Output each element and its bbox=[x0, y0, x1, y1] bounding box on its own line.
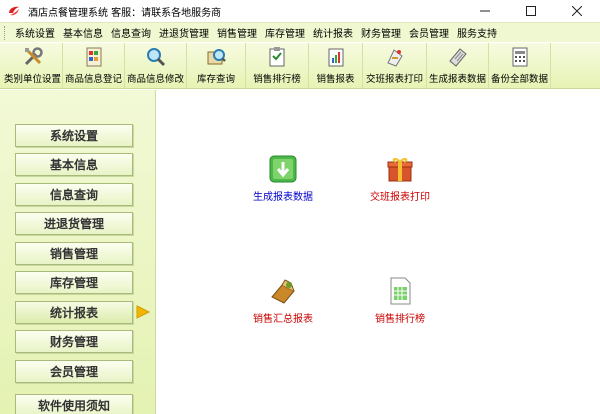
toolbar-backup-button[interactable]: 备份全部数据 bbox=[489, 43, 551, 89]
product-register-icon bbox=[83, 46, 105, 68]
nav-sales[interactable]: 销售管理 bbox=[15, 242, 133, 265]
active-arrow-icon bbox=[134, 302, 152, 322]
toolbar-shift-report-print-button[interactable]: 交班报表打印 bbox=[363, 43, 427, 89]
toolbar-label: 商品信息修改 bbox=[126, 74, 184, 85]
tile-label: 交班报表打印 bbox=[370, 192, 430, 203]
gift-box-icon bbox=[385, 154, 415, 184]
magnifier-edit-icon bbox=[145, 46, 167, 68]
nav-software-notes[interactable]: 软件使用须知 bbox=[15, 394, 133, 414]
spreadsheet-icon bbox=[385, 276, 415, 306]
main-content: 生成报表数据 交班报表打印 销售汇总报表 销售排行榜 bbox=[157, 90, 600, 414]
toolbar-product-register-button[interactable]: 商品信息登记 bbox=[63, 43, 125, 89]
nav-info-query[interactable]: 信息查询 bbox=[15, 183, 133, 206]
tools-icon bbox=[22, 46, 44, 68]
clipboard-icon bbox=[266, 46, 288, 68]
menu-system-settings[interactable]: 系统设置 bbox=[11, 25, 59, 40]
menu-basic-info[interactable]: 基本信息 bbox=[59, 25, 107, 40]
menu-inventory[interactable]: 库存管理 bbox=[261, 25, 309, 40]
toolbar-label: 销售报表 bbox=[316, 74, 355, 85]
menu-reports[interactable]: 统计报表 bbox=[309, 25, 357, 40]
toolbar: 类别单位设置 商品信息登记 商品信息修改 库存查询 销售排行榜 销售报表 交班报… bbox=[0, 43, 600, 89]
app-logo-icon bbox=[6, 3, 22, 19]
toolbar-label: 销售排行榜 bbox=[253, 74, 301, 85]
toolbar-label: 商品信息登记 bbox=[64, 74, 122, 85]
nav-members[interactable]: 会员管理 bbox=[15, 360, 133, 383]
nav-system-settings[interactable]: 系统设置 bbox=[15, 124, 133, 147]
menu-purchase-return[interactable]: 进退货管理 bbox=[155, 25, 213, 40]
toolbar-label: 类别单位设置 bbox=[3, 74, 61, 85]
toolbar-label: 交班报表打印 bbox=[365, 74, 423, 85]
menu-sales[interactable]: 销售管理 bbox=[213, 25, 261, 40]
nav-basic-info[interactable]: 基本信息 bbox=[15, 153, 133, 176]
menu-bar: 系统设置 基本信息 信息查询 进退货管理 销售管理 库存管理 统计报表 财务管理… bbox=[0, 22, 600, 42]
toolbar-category-unit-button[interactable]: 类别单位设置 bbox=[3, 43, 63, 89]
nav-reports[interactable]: 统计报表 bbox=[15, 301, 133, 324]
nav-inventory[interactable]: 库存管理 bbox=[15, 271, 133, 294]
tile-label: 销售排行榜 bbox=[375, 314, 425, 325]
print-icon bbox=[384, 46, 406, 68]
tile-label: 销售汇总报表 bbox=[253, 314, 313, 325]
tile-shift-report-print[interactable]: 交班报表打印 bbox=[350, 154, 450, 203]
backup-icon bbox=[509, 46, 531, 68]
menu-finance[interactable]: 财务管理 bbox=[357, 25, 405, 40]
tile-sales-summary-report[interactable]: 销售汇总报表 bbox=[233, 276, 333, 325]
toolbar-product-edit-button[interactable]: 商品信息修改 bbox=[125, 43, 187, 89]
toolbar-label: 备份全部数据 bbox=[490, 74, 548, 85]
sales-summary-icon bbox=[268, 276, 298, 306]
window-title: 酒店点餐管理系统 客服：请联系各地服务商 bbox=[28, 7, 222, 19]
title-bar: 酒店点餐管理系统 客服：请联系各地服务商 bbox=[0, 0, 600, 22]
minimize-button[interactable] bbox=[462, 0, 508, 22]
toolbar-inventory-query-button[interactable]: 库存查询 bbox=[187, 43, 246, 89]
toolbar-sales-ranking-button[interactable]: 销售排行榜 bbox=[246, 43, 309, 89]
nav-finance[interactable]: 财务管理 bbox=[15, 330, 133, 353]
left-nav-panel: 系统设置 基本信息 信息查询 进退货管理 销售管理 库存管理 统计报表 财务管理… bbox=[0, 90, 156, 414]
toolbar-label: 生成报表数据 bbox=[428, 74, 486, 85]
tile-label: 生成报表数据 bbox=[253, 192, 313, 203]
report-icon bbox=[325, 46, 347, 68]
menu-members[interactable]: 会员管理 bbox=[405, 25, 453, 40]
calculator-icon bbox=[447, 46, 469, 68]
download-icon bbox=[268, 154, 298, 184]
close-button[interactable] bbox=[554, 0, 600, 22]
inventory-search-icon bbox=[205, 46, 227, 68]
nav-purchase-return[interactable]: 进退货管理 bbox=[15, 212, 133, 235]
toolbar-label: 库存查询 bbox=[196, 74, 235, 85]
menu-info-query[interactable]: 信息查询 bbox=[107, 25, 155, 40]
maximize-button[interactable] bbox=[508, 0, 554, 22]
toolbar-generate-report-button[interactable]: 生成报表数据 bbox=[427, 43, 489, 89]
menu-grip bbox=[4, 25, 7, 40]
menu-support[interactable]: 服务支持 bbox=[453, 25, 501, 40]
tile-generate-report-data[interactable]: 生成报表数据 bbox=[233, 154, 333, 203]
toolbar-sales-report-button[interactable]: 销售报表 bbox=[309, 43, 363, 89]
tile-sales-ranking[interactable]: 销售排行榜 bbox=[350, 276, 450, 325]
